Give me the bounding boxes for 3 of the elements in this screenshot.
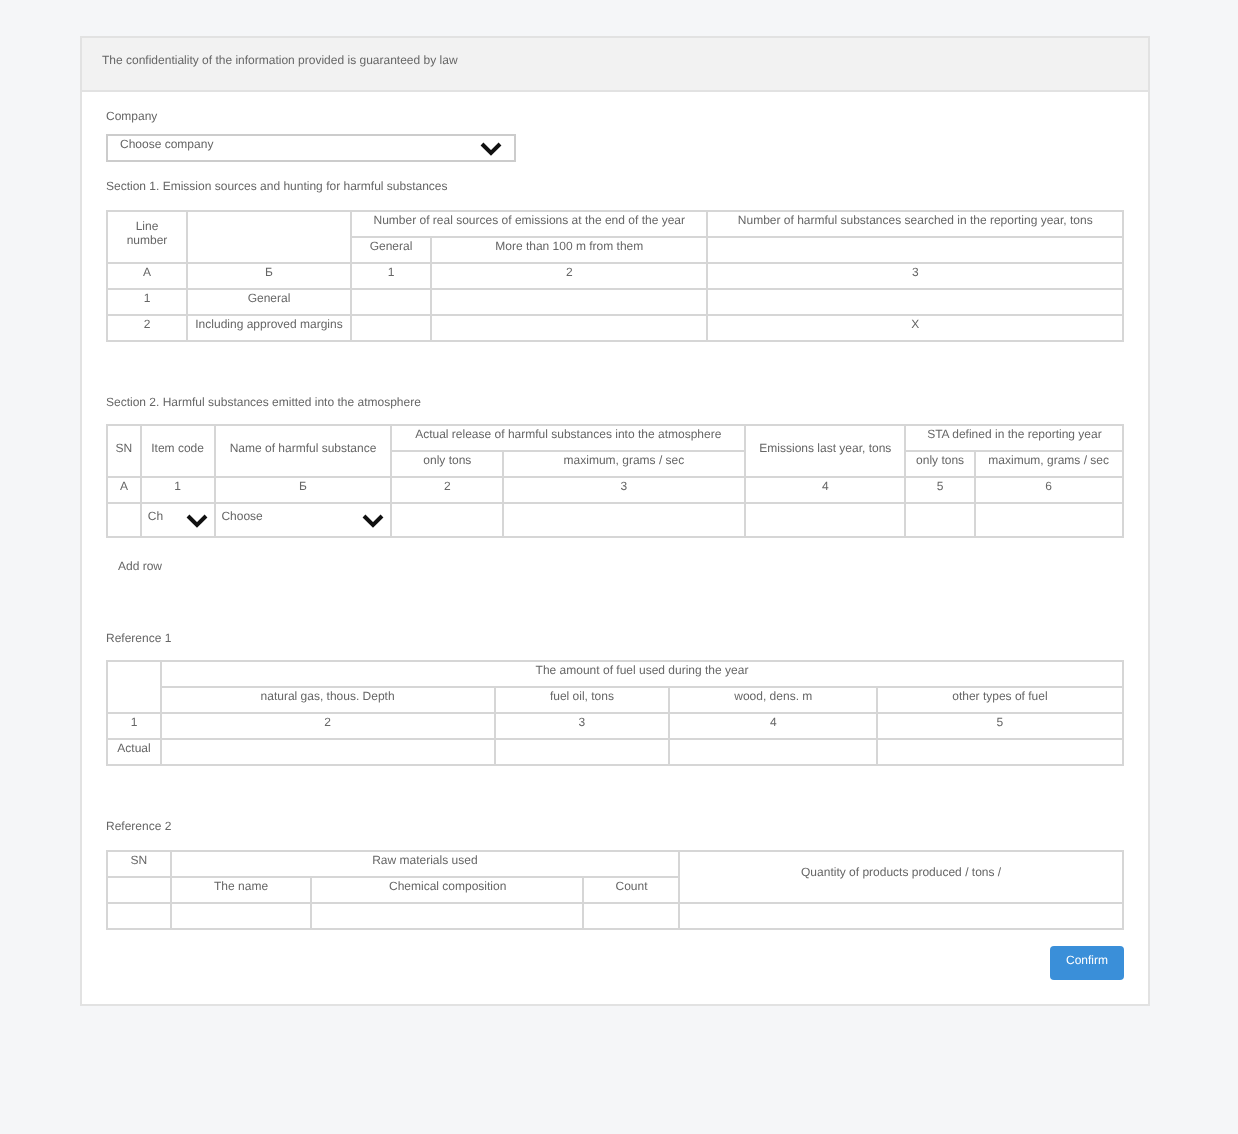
- chevron-down-icon: [185, 513, 208, 527]
- chevron-down-icon: [362, 513, 385, 527]
- chevron-down-icon: [480, 141, 502, 155]
